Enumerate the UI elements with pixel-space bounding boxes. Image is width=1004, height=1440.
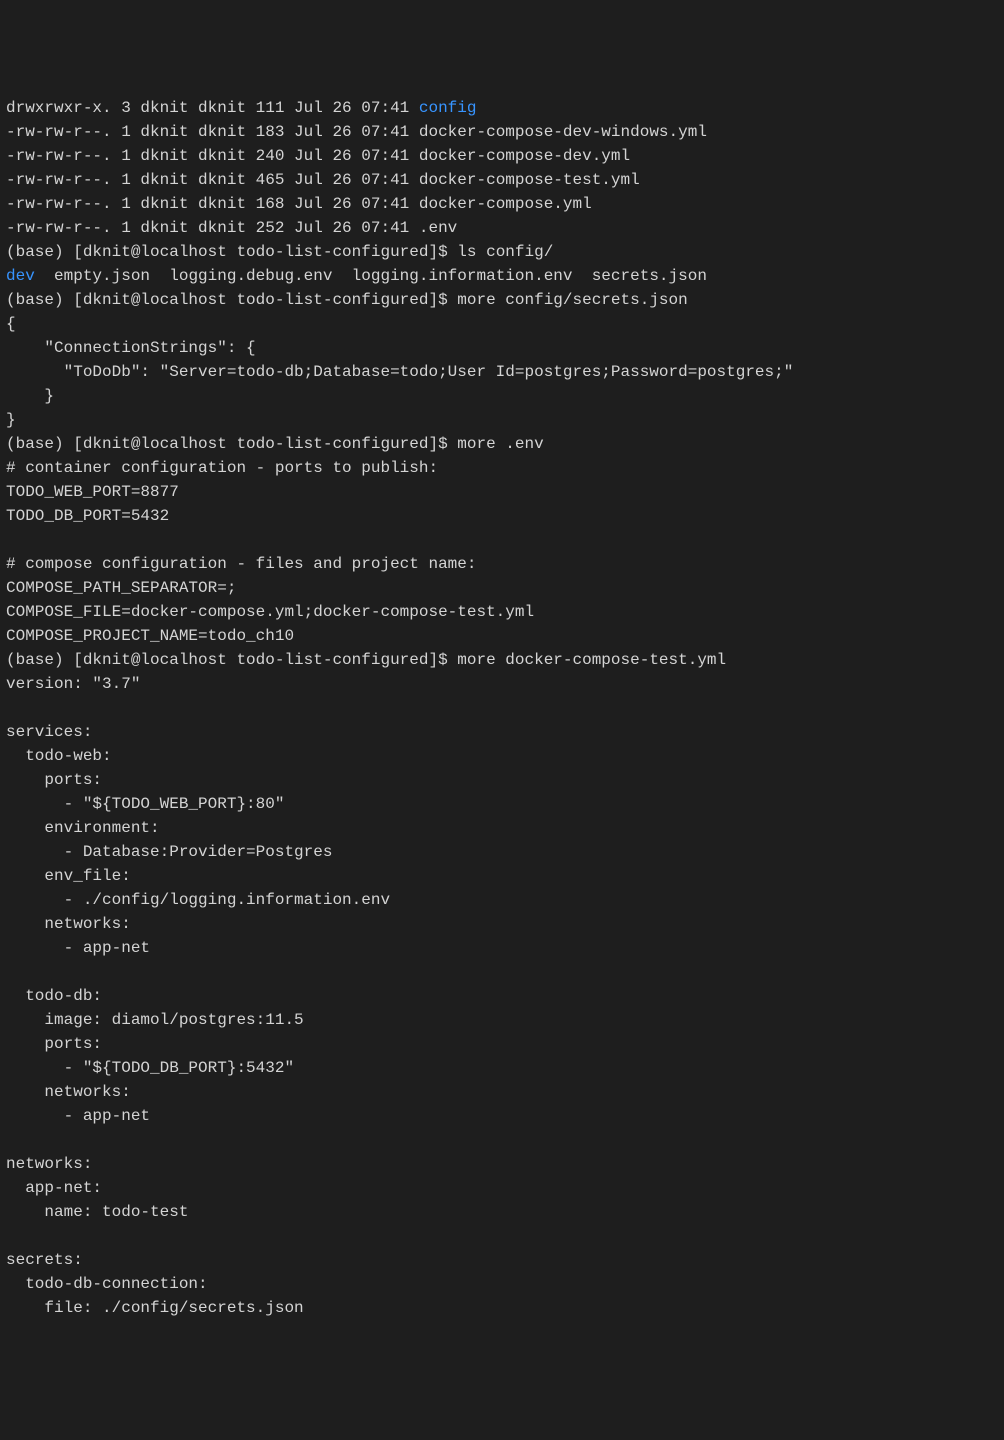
dir-entry: config bbox=[419, 99, 477, 117]
terminal-output[interactable]: drwxrwxr-x. 3 dknit dknit 111 Jul 26 07:… bbox=[6, 96, 998, 1320]
shell-prompt: (base) [dknit@localhost todo-list-config… bbox=[6, 651, 457, 669]
file-content-env: # container configuration - ports to pub… bbox=[6, 459, 534, 645]
file-entry: docker-compose.yml bbox=[419, 195, 592, 213]
file-list: empty.json logging.debug.env logging.inf… bbox=[35, 267, 707, 285]
file-entry: docker-compose-test.yml bbox=[419, 171, 640, 189]
command-input[interactable]: more .env bbox=[457, 435, 543, 453]
file-entry: docker-compose-dev-windows.yml bbox=[419, 123, 707, 141]
file-content-secrets: { "ConnectionStrings": { "ToDoDb": "Serv… bbox=[6, 315, 793, 429]
shell-prompt: (base) [dknit@localhost todo-list-config… bbox=[6, 435, 457, 453]
command-input[interactable]: more docker-compose-test.yml bbox=[457, 651, 726, 669]
shell-prompt: (base) [dknit@localhost todo-list-config… bbox=[6, 291, 457, 309]
shell-prompt: (base) [dknit@localhost todo-list-config… bbox=[6, 243, 457, 261]
command-input[interactable]: ls config/ bbox=[457, 243, 553, 261]
command-input[interactable]: more config/secrets.json bbox=[457, 291, 687, 309]
file-entry: docker-compose-dev.yml bbox=[419, 147, 630, 165]
file-entry: .env bbox=[419, 219, 457, 237]
dir-entry: dev bbox=[6, 267, 35, 285]
file-content-compose: version: "3.7" services: todo-web: ports… bbox=[6, 675, 390, 1317]
